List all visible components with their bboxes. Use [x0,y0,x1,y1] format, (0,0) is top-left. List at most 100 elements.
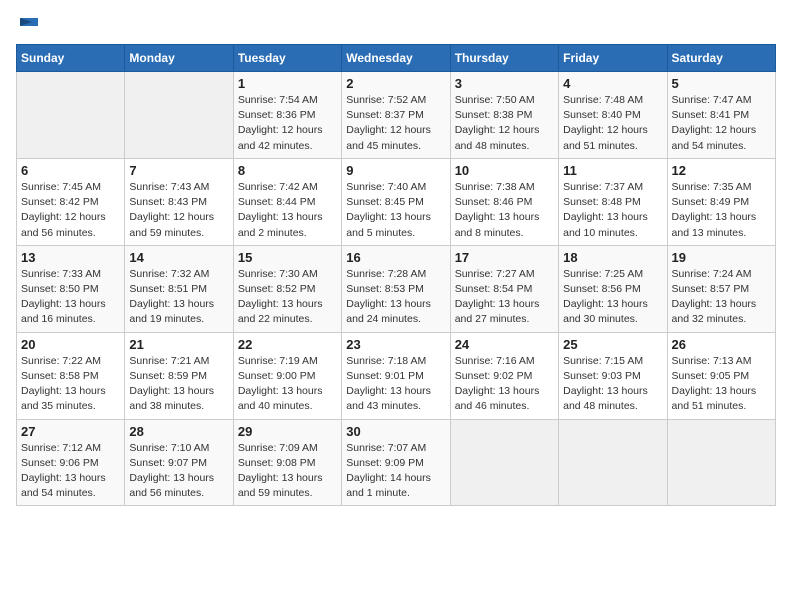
calendar-cell: 28 Sunrise: 7:10 AM Sunset: 9:07 PM Dayli… [125,419,233,506]
day-info: Sunrise: 7:19 AM Sunset: 9:00 PM Dayligh… [238,354,337,415]
weekday-header-row: SundayMondayTuesdayWednesdayThursdayFrid… [17,45,776,72]
day-info: Sunrise: 7:32 AM Sunset: 8:51 PM Dayligh… [129,267,228,328]
day-number: 1 [238,76,337,91]
calendar-cell: 10 Sunrise: 7:38 AM Sunset: 8:46 PM Dayli… [450,158,558,245]
calendar-cell: 11 Sunrise: 7:37 AM Sunset: 8:48 PM Dayli… [559,158,667,245]
day-info: Sunrise: 7:09 AM Sunset: 9:08 PM Dayligh… [238,441,337,502]
calendar-week-row: 6 Sunrise: 7:45 AM Sunset: 8:42 PM Daylig… [17,158,776,245]
day-info: Sunrise: 7:24 AM Sunset: 8:57 PM Dayligh… [672,267,771,328]
calendar-cell: 22 Sunrise: 7:19 AM Sunset: 9:00 PM Dayli… [233,332,341,419]
day-number: 13 [21,250,120,265]
day-number: 12 [672,163,771,178]
calendar-cell [125,72,233,159]
day-number: 28 [129,424,228,439]
calendar-cell: 29 Sunrise: 7:09 AM Sunset: 9:08 PM Dayli… [233,419,341,506]
calendar-cell: 17Sunrise: 7:27 AM Sunset: 8:54 PM Dayli… [450,245,558,332]
weekday-header-friday: Friday [559,45,667,72]
day-info: Sunrise: 7:25 AM Sunset: 8:56 PM Dayligh… [563,267,662,328]
day-number: 19 [672,250,771,265]
day-number: 23 [346,337,445,352]
day-number: 20 [21,337,120,352]
calendar-cell: 26 Sunrise: 7:13 AM Sunset: 9:05 PM Dayli… [667,332,775,419]
day-number: 7 [129,163,228,178]
calendar-cell [667,419,775,506]
calendar-cell: 14 Sunrise: 7:32 AM Sunset: 8:51 PM Dayli… [125,245,233,332]
calendar-cell: 2 Sunrise: 7:52 AM Sunset: 8:37 PM Daylig… [342,72,450,159]
day-number: 27 [21,424,120,439]
logo-flag-icon [18,16,40,34]
day-info: Sunrise: 7:21 AM Sunset: 8:59 PM Dayligh… [129,354,228,415]
day-number: 26 [672,337,771,352]
day-number: 14 [129,250,228,265]
day-info: Sunrise: 7:16 AM Sunset: 9:02 PM Dayligh… [455,354,554,415]
logo [16,16,40,32]
day-number: 21 [129,337,228,352]
day-number: 4 [563,76,662,91]
day-info: Sunrise: 7:33 AM Sunset: 8:50 PM Dayligh… [21,267,120,328]
calendar-cell: 20Sunrise: 7:22 AM Sunset: 8:58 PM Dayli… [17,332,125,419]
calendar-cell: 9 Sunrise: 7:40 AM Sunset: 8:45 PM Daylig… [342,158,450,245]
day-info: Sunrise: 7:54 AM Sunset: 8:36 PM Dayligh… [238,93,337,154]
calendar-cell: 30 Sunrise: 7:07 AM Sunset: 9:09 PM Dayli… [342,419,450,506]
day-info: Sunrise: 7:52 AM Sunset: 8:37 PM Dayligh… [346,93,445,154]
weekday-header-sunday: Sunday [17,45,125,72]
calendar-cell: 13 Sunrise: 7:33 AM Sunset: 8:50 PM Dayli… [17,245,125,332]
day-number: 22 [238,337,337,352]
calendar-cell: 7Sunrise: 7:43 AM Sunset: 8:43 PM Daylig… [125,158,233,245]
day-number: 18 [563,250,662,265]
day-info: Sunrise: 7:47 AM Sunset: 8:41 PM Dayligh… [672,93,771,154]
day-info: Sunrise: 7:30 AM Sunset: 8:52 PM Dayligh… [238,267,337,328]
header [16,16,776,32]
calendar-cell: 19 Sunrise: 7:24 AM Sunset: 8:57 PM Dayli… [667,245,775,332]
calendar-cell: 8 Sunrise: 7:42 AM Sunset: 8:44 PM Daylig… [233,158,341,245]
weekday-header-thursday: Thursday [450,45,558,72]
weekday-header-saturday: Saturday [667,45,775,72]
calendar-cell: 18 Sunrise: 7:25 AM Sunset: 8:56 PM Dayli… [559,245,667,332]
day-info: Sunrise: 7:13 AM Sunset: 9:05 PM Dayligh… [672,354,771,415]
day-info: Sunrise: 7:45 AM Sunset: 8:42 PM Dayligh… [21,180,120,241]
calendar-table: SundayMondayTuesdayWednesdayThursdayFrid… [16,44,776,506]
day-info: Sunrise: 7:40 AM Sunset: 8:45 PM Dayligh… [346,180,445,241]
day-number: 6 [21,163,120,178]
calendar-cell: 21 Sunrise: 7:21 AM Sunset: 8:59 PM Dayli… [125,332,233,419]
weekday-header-monday: Monday [125,45,233,72]
day-info: Sunrise: 7:50 AM Sunset: 8:38 PM Dayligh… [455,93,554,154]
day-number: 8 [238,163,337,178]
day-info: Sunrise: 7:28 AM Sunset: 8:53 PM Dayligh… [346,267,445,328]
day-number: 9 [346,163,445,178]
day-number: 30 [346,424,445,439]
day-info: Sunrise: 7:10 AM Sunset: 9:07 PM Dayligh… [129,441,228,502]
calendar-cell [17,72,125,159]
day-number: 2 [346,76,445,91]
day-number: 11 [563,163,662,178]
calendar-week-row: 20Sunrise: 7:22 AM Sunset: 8:58 PM Dayli… [17,332,776,419]
day-info: Sunrise: 7:35 AM Sunset: 8:49 PM Dayligh… [672,180,771,241]
day-number: 24 [455,337,554,352]
day-info: Sunrise: 7:12 AM Sunset: 9:06 PM Dayligh… [21,441,120,502]
day-info: Sunrise: 7:07 AM Sunset: 9:09 PM Dayligh… [346,441,445,502]
day-info: Sunrise: 7:15 AM Sunset: 9:03 PM Dayligh… [563,354,662,415]
calendar-cell: 6 Sunrise: 7:45 AM Sunset: 8:42 PM Daylig… [17,158,125,245]
day-number: 29 [238,424,337,439]
day-number: 10 [455,163,554,178]
day-info: Sunrise: 7:48 AM Sunset: 8:40 PM Dayligh… [563,93,662,154]
calendar-cell: 4 Sunrise: 7:48 AM Sunset: 8:40 PM Daylig… [559,72,667,159]
calendar-cell: 25 Sunrise: 7:15 AM Sunset: 9:03 PM Dayli… [559,332,667,419]
day-number: 16 [346,250,445,265]
day-info: Sunrise: 7:42 AM Sunset: 8:44 PM Dayligh… [238,180,337,241]
calendar-cell [450,419,558,506]
calendar-cell: 12 Sunrise: 7:35 AM Sunset: 8:49 PM Dayli… [667,158,775,245]
calendar-cell: 27 Sunrise: 7:12 AM Sunset: 9:06 PM Dayli… [17,419,125,506]
calendar-week-row: 13 Sunrise: 7:33 AM Sunset: 8:50 PM Dayli… [17,245,776,332]
weekday-header-tuesday: Tuesday [233,45,341,72]
day-number: 25 [563,337,662,352]
day-info: Sunrise: 7:38 AM Sunset: 8:46 PM Dayligh… [455,180,554,241]
day-number: 15 [238,250,337,265]
calendar-cell: 1 Sunrise: 7:54 AM Sunset: 8:36 PM Daylig… [233,72,341,159]
day-info: Sunrise: 7:27 AM Sunset: 8:54 PM Dayligh… [455,267,554,328]
calendar-cell: 3Sunrise: 7:50 AM Sunset: 8:38 PM Daylig… [450,72,558,159]
calendar-cell: 16 Sunrise: 7:28 AM Sunset: 8:53 PM Dayli… [342,245,450,332]
day-info: Sunrise: 7:37 AM Sunset: 8:48 PM Dayligh… [563,180,662,241]
day-number: 5 [672,76,771,91]
day-info: Sunrise: 7:18 AM Sunset: 9:01 PM Dayligh… [346,354,445,415]
